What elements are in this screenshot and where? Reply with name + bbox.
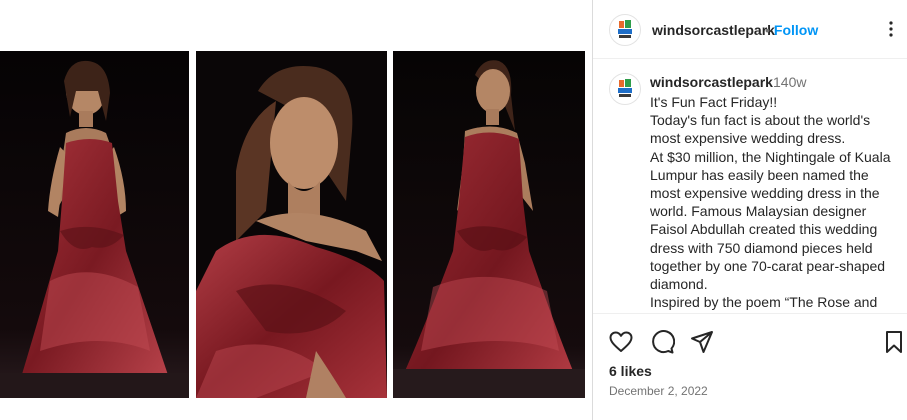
bookmark-icon[interactable] [881,329,907,355]
post-side-panel: windsorcastlepark • Follow windsorcastle… [592,0,907,420]
comment-icon[interactable] [649,329,676,355]
paper-plane-icon[interactable] [689,329,715,355]
instagram-post: windsorcastlepark • Follow windsorcastle… [0,0,907,420]
heart-icon[interactable] [608,329,634,355]
caption-section: windsorcastlepark 140w It's Fun Fact Fri… [593,59,907,313]
caption-line: Today's fun fact is about the world's mo… [650,112,871,147]
follow-button[interactable]: • Follow [765,22,818,38]
caption-avatar[interactable] [609,73,641,105]
follow-label[interactable]: Follow [774,22,818,38]
caption-line: It's Fun Fact Friday!! [650,94,778,110]
header-username[interactable]: windsorcastlepark [652,22,775,38]
caption-username[interactable]: windsorcastlepark [650,74,773,90]
caption-line: Inspired by the poem “The Rose and the N… [650,294,878,313]
header-separator: • [765,22,770,38]
more-horizontal-icon[interactable] [881,19,901,39]
avatar[interactable] [609,14,641,46]
photo-full-length-1 [0,51,189,398]
post-date[interactable]: December 2, 2022 [609,384,708,398]
action-bar: 6 likes December 2, 2022 [593,313,907,420]
photo-full-length-2 [393,51,585,398]
photo-closeup [196,51,387,398]
caption-line: At $30 million, the Nightingale of Kuala… [650,148,891,293]
caption-timestamp[interactable]: 140w [773,74,806,90]
caption-text: It's Fun Fact Friday!! Today's fun fact … [650,93,898,313]
post-header: windsorcastlepark • Follow [593,0,907,59]
likes-count[interactable]: 6 likes [609,363,652,379]
post-media[interactable] [0,0,592,420]
